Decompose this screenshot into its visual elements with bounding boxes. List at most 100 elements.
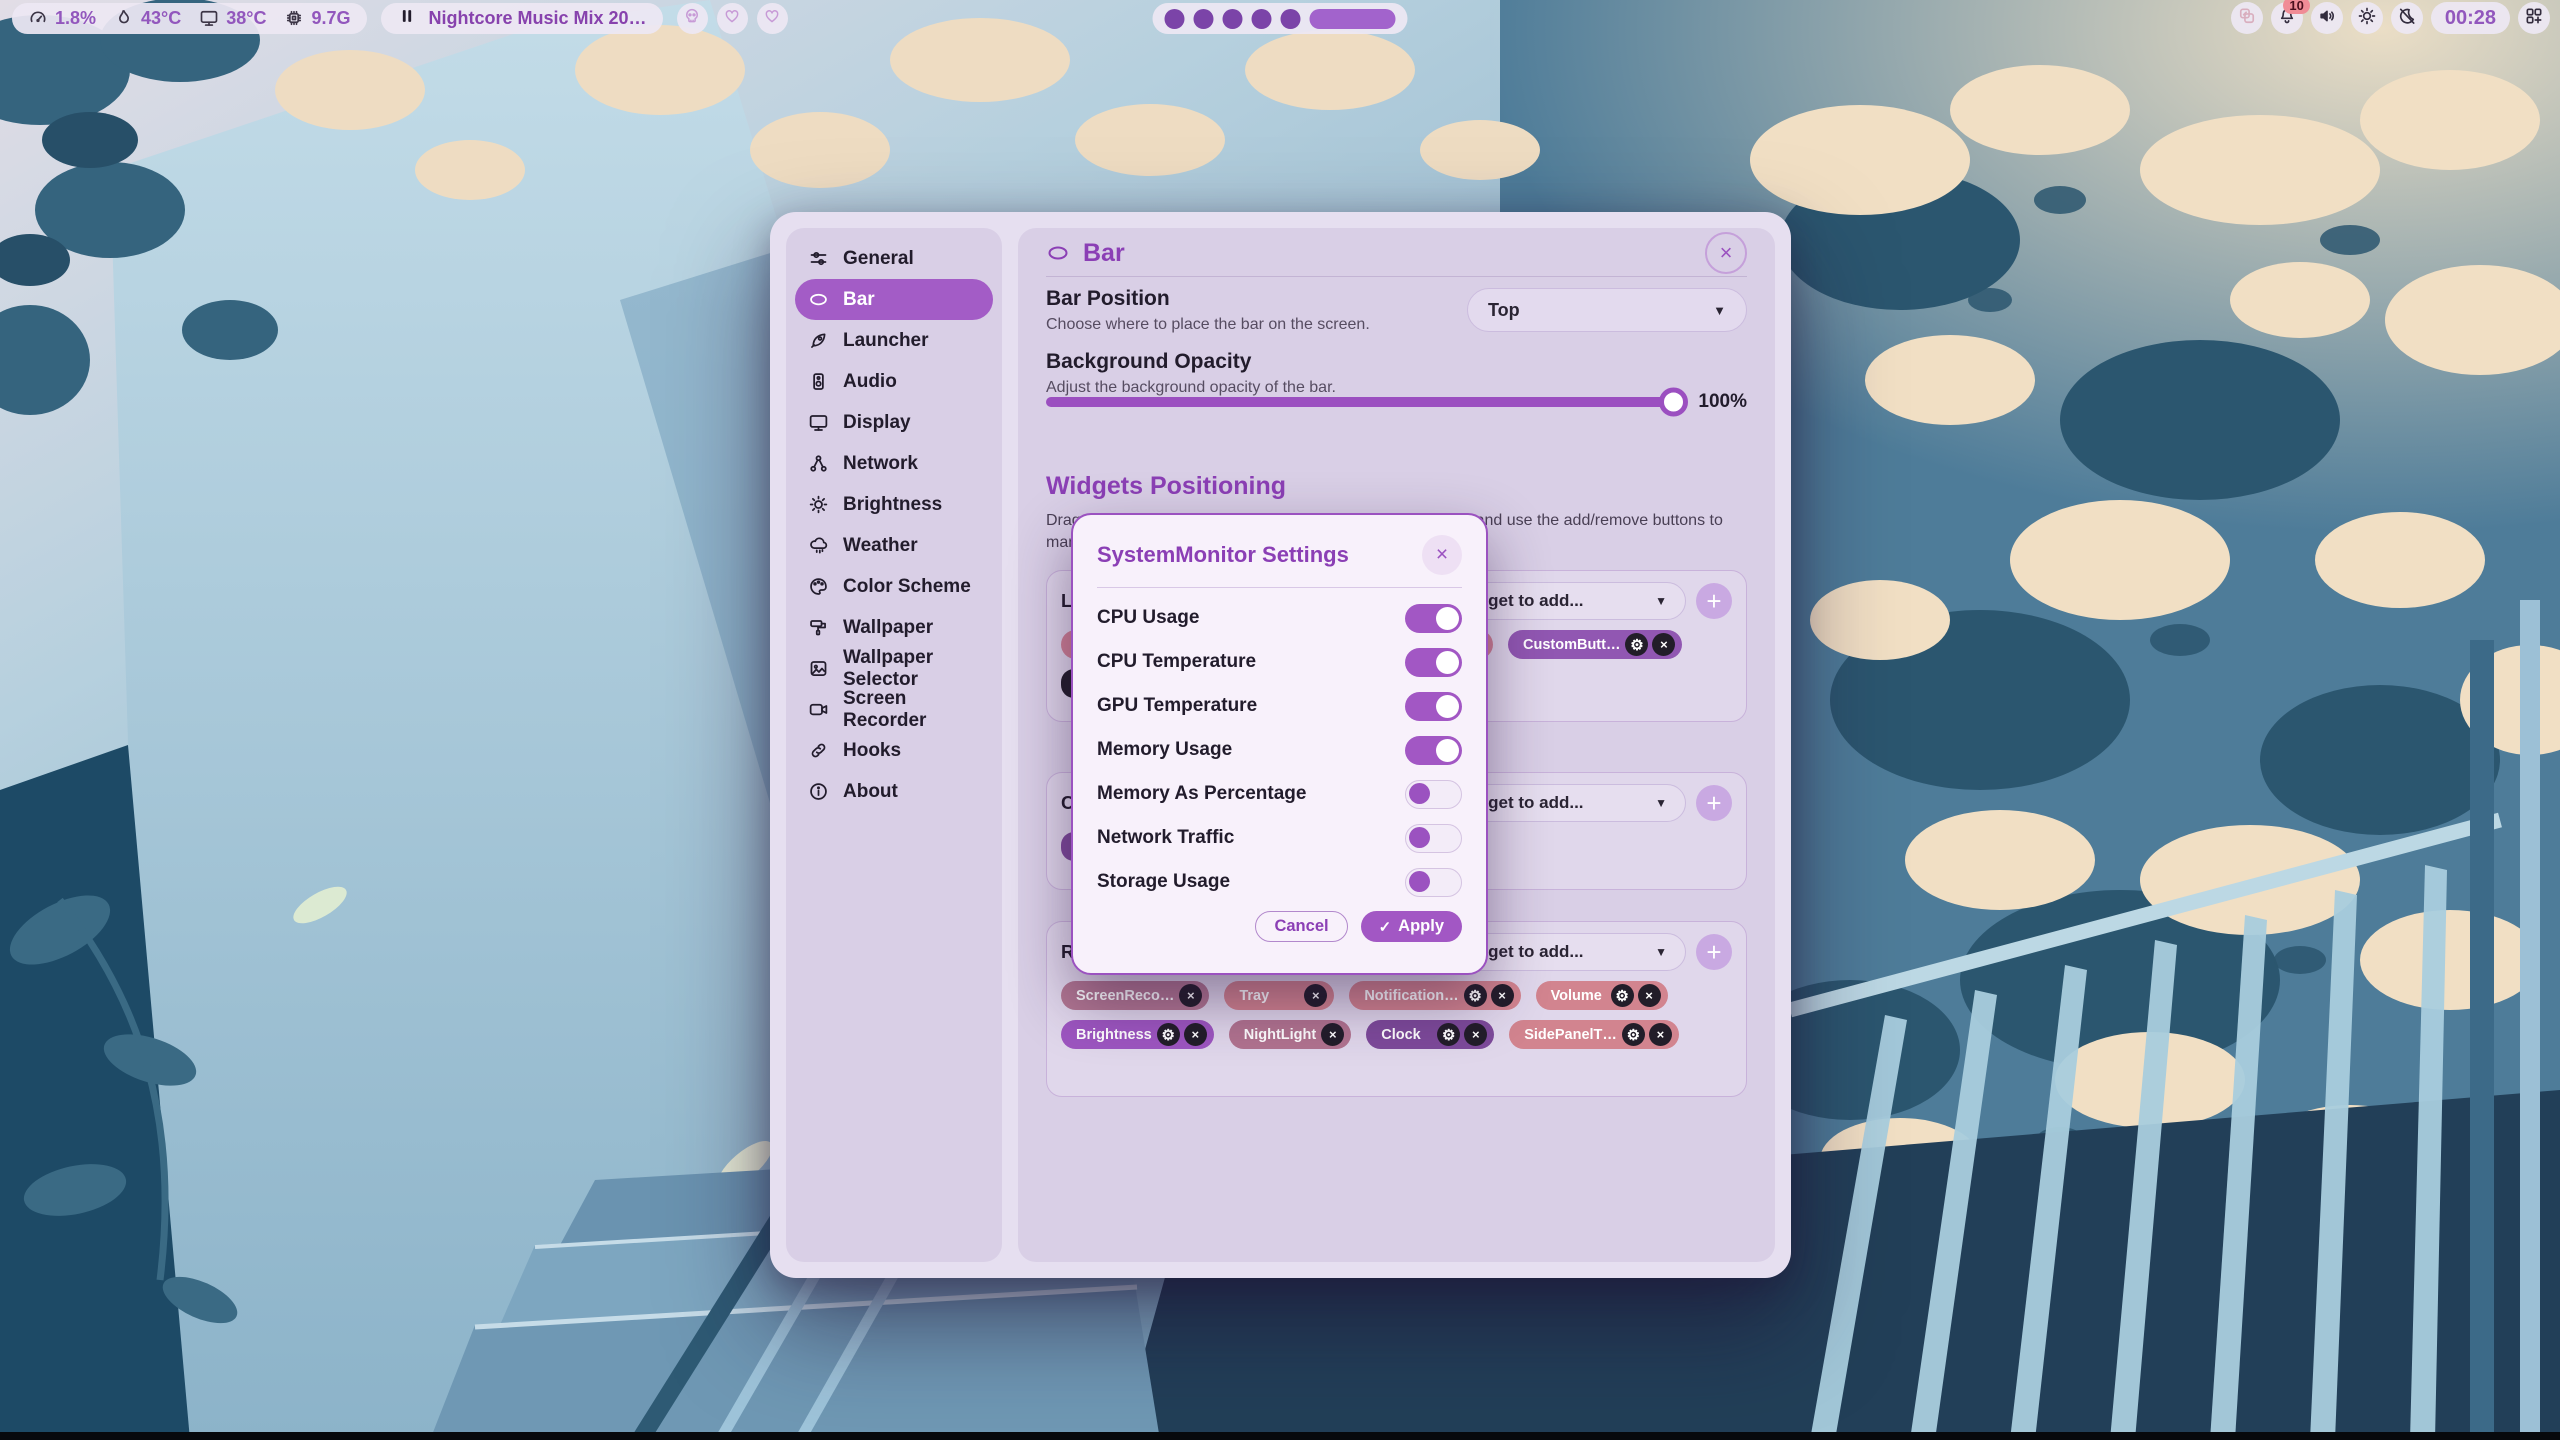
toggle-row-network-traffic: Network Traffic [1097,816,1462,860]
media-title: Nightcore Music Mix 20… [429,8,647,29]
chip-row: Brightness⚙×NightLight×Clock⚙×SidePanelT… [1061,1020,1732,1049]
moon-off-icon [2397,6,2417,31]
opacity-slider-knob[interactable] [1659,388,1688,417]
chip-settings-button[interactable]: ⚙ [1157,1023,1180,1046]
toggle-label: CPU Temperature [1097,651,1256,673]
nightlight-button[interactable] [2391,2,2423,34]
modal-close-button[interactable]: × [1422,535,1462,575]
page-header: Bar × [1046,234,1747,272]
toggle-row-cpu-temperature: CPU Temperature [1097,640,1462,684]
sliders-icon [808,248,829,269]
widget-chip-tray[interactable]: Tray× [1224,981,1334,1010]
toggle-switch[interactable] [1405,780,1462,809]
apply-label: Apply [1398,917,1444,936]
toggle-knob [1409,783,1430,804]
toggle-switch[interactable] [1405,868,1462,897]
check-icon: ✓ [1379,918,1392,936]
workspace-dot[interactable] [1281,9,1301,29]
heart-icon-button[interactable] [757,3,788,34]
chip-remove-button[interactable]: × [1184,1023,1207,1046]
heart-icon [723,7,741,30]
skull-icon-button[interactable] [677,3,708,34]
stat-value: 1.8% [55,8,96,29]
workspace-dot[interactable] [1165,9,1185,29]
toggle-row-cpu-usage: CPU Usage [1097,596,1462,640]
widget-chip-custombutt[interactable]: CustomButt…⚙× [1508,630,1682,659]
sidebar-item-label: Wallpaper [843,617,933,639]
add-widget-button[interactable]: + [1696,934,1732,970]
apps-button[interactable] [2518,2,2550,34]
sidebar-item-hooks[interactable]: Hooks [795,730,993,771]
workspace-active[interactable] [1310,9,1396,29]
workspace-dot[interactable] [1194,9,1214,29]
window-close-button[interactable]: × [1705,232,1747,274]
widget-chip-nightlight[interactable]: NightLight× [1229,1020,1351,1049]
sidebar-item-about[interactable]: About [795,771,993,812]
rocket-icon [808,330,829,351]
widget-chip-brightness[interactable]: Brightness ⚙× [1061,1020,1214,1049]
workspace-dot[interactable] [1223,9,1243,29]
widget-chip-sidepanelt[interactable]: SidePanelT…⚙× [1509,1020,1679,1049]
sidebar-item-screen-recorder[interactable]: Screen Recorder [795,689,993,730]
toggle-switch[interactable] [1405,736,1462,765]
widgets-positioning-title: Widgets Positioning [1046,472,1747,501]
chip-remove-button[interactable]: × [1638,984,1661,1007]
chip-settings-button[interactable]: ⚙ [1611,984,1634,1007]
sidebar-item-display[interactable]: Display [795,402,993,443]
pause-icon[interactable] [397,6,417,31]
chip-settings-button[interactable]: ⚙ [1622,1023,1645,1046]
toggle-knob [1436,739,1459,762]
sidebar-item-bar[interactable]: Bar [795,279,993,320]
brightness-button[interactable] [2351,2,2383,34]
opacity-slider[interactable] [1046,397,1684,407]
notifications-button[interactable]: 10 [2271,2,2303,34]
chip-remove-button[interactable]: × [1179,984,1202,1007]
modal-divider [1097,587,1462,588]
media-widget[interactable]: Nightcore Music Mix 20… [381,3,663,34]
chip-remove-button[interactable]: × [1321,1023,1344,1046]
bar-position-select[interactable]: Top ▼ [1467,288,1747,332]
sidebar-item-network[interactable]: Network [795,443,993,484]
clock[interactable]: 00:28 [2431,2,2510,34]
sidebar-item-weather[interactable]: Weather [795,525,993,566]
chip-remove-button[interactable]: × [1304,984,1327,1007]
add-widget-button[interactable]: + [1696,583,1732,619]
toggle-switch[interactable] [1405,604,1462,633]
sun-icon [808,494,829,515]
app-tray-icon[interactable] [2231,2,2263,34]
chip-settings-button[interactable]: ⚙ [1437,1023,1460,1046]
toggle-switch[interactable] [1405,824,1462,853]
chip-settings-button[interactable]: ⚙ [1464,984,1487,1007]
sidebar-item-wallpaper[interactable]: Wallpaper [795,607,993,648]
apply-button[interactable]: ✓ Apply [1361,911,1462,942]
chevron-down-icon: ▼ [1655,594,1667,608]
volume-button[interactable] [2311,2,2343,34]
header-divider [1046,276,1747,277]
sidebar-item-wallpaper-selector[interactable]: Wallpaper Selector [795,648,993,689]
chip-remove-button[interactable]: × [1464,1023,1487,1046]
toggle-switch[interactable] [1405,692,1462,721]
sidebar-item-color-scheme[interactable]: Color Scheme [795,566,993,607]
sidebar-item-audio[interactable]: Audio [795,361,993,402]
sidebar-item-brightness[interactable]: Brightness [795,484,993,525]
heart-icon-button[interactable] [717,3,748,34]
toggle-switch[interactable] [1405,648,1462,677]
widget-chip-clock[interactable]: Clock⚙× [1366,1020,1494,1049]
chip-remove-button[interactable]: × [1491,984,1514,1007]
add-widget-button[interactable]: + [1696,785,1732,821]
widget-chip-screenreco[interactable]: ScreenReco…× [1061,981,1209,1010]
workspace-dot[interactable] [1252,9,1272,29]
widget-chip-volume[interactable]: Volume⚙× [1536,981,1668,1010]
toggle-knob [1409,827,1430,848]
background-opacity-slider-row: 100% [1046,386,1747,418]
chip-remove-button[interactable]: × [1652,633,1675,656]
chip-settings-button[interactable]: ⚙ [1625,633,1648,656]
chip-label: Brightness [1076,1027,1152,1043]
sidebar-item-label: Network [843,453,918,475]
widget-chip-notification[interactable]: Notification…⚙× [1349,981,1520,1010]
chip-remove-button[interactable]: × [1649,1023,1672,1046]
sidebar-item-launcher[interactable]: Launcher [795,320,993,361]
sidebar-item-general[interactable]: General [795,238,993,279]
workspace-indicator[interactable] [1153,3,1408,34]
cancel-button[interactable]: Cancel [1255,911,1347,942]
